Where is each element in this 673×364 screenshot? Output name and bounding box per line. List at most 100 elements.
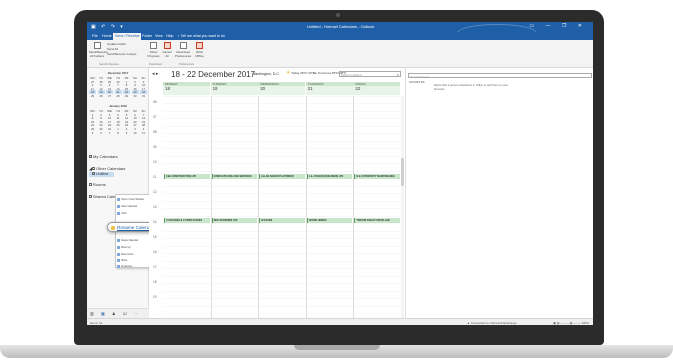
menu-item-icon (117, 265, 120, 268)
context-menu-item[interactable]: Open in New Window (121, 198, 144, 201)
mini-calendar-day[interactable]: 29 (123, 94, 130, 98)
calendar-search-input[interactable]: Search Untitled ⌕ (339, 71, 401, 77)
send-all-button[interactable]: Send All (107, 47, 137, 51)
mini-calendar-day[interactable]: 31 (140, 94, 147, 98)
hour-label: 14 (153, 220, 157, 224)
hour-label: 10 (153, 160, 157, 164)
mini-calendar-day[interactable]: 8 (115, 131, 122, 135)
calendar-event[interactable]: NEIL BURROWS LTD (211, 218, 258, 223)
mini-calendar-day[interactable]: 25 (89, 94, 96, 98)
mini-calendar-day[interactable]: 27 (106, 94, 113, 98)
mini-calendar-day[interactable]: 11 (140, 131, 147, 135)
calendar-event[interactable]: J & J BAKER (BUILDERS) LTD (306, 174, 353, 179)
download-preferences-button[interactable]: Download Preferences (175, 42, 191, 58)
calendar-event[interactable]: LYN DAVIES & C PRICE DAVIES (164, 218, 210, 223)
day-number[interactable]: 21 (305, 86, 353, 95)
calendar-event[interactable]: TREVOR BAILEY INSTALLER (354, 218, 400, 223)
calendar-event[interactable]: D & S PROPERTY MAINTENANCE (354, 174, 400, 179)
download-icon (179, 42, 187, 49)
hour-label: 16 (153, 250, 157, 254)
menu-item-icon (117, 259, 120, 262)
send-receive-groups-button[interactable]: Send/Receive Groups (107, 52, 141, 56)
mini-calendar-day[interactable]: 26 (98, 94, 105, 98)
mini-calendar-day[interactable]: 6 (98, 131, 105, 135)
progress-icon (150, 42, 157, 49)
folder-rooms[interactable]: Rooms (89, 182, 106, 187)
send-receive-all-button[interactable]: Send/Receive All Folders (89, 42, 108, 58)
mini-calendar-title: December 2017 (107, 71, 129, 75)
mini-calendar-day[interactable]: 5 (89, 131, 96, 135)
checkbox-icon (89, 183, 92, 186)
day-number[interactable]: 22 (353, 86, 401, 95)
calendar-event[interactable]: OFFRD HOMES (306, 218, 353, 223)
cancel-all-button[interactable]: Cancel All (161, 42, 173, 58)
zoom-slider[interactable]: ▣ ▥ — ——▮—— + 100% (553, 321, 589, 325)
menu-item-icon (117, 239, 120, 242)
calendar-event[interactable]: ALLAN BAKER PLASTERER (259, 174, 305, 179)
mail-icon[interactable]: ▥ (90, 311, 94, 316)
rename-icon (111, 225, 115, 230)
context-menu-item[interactable]: Properties... (121, 265, 134, 268)
folder-my-calendars[interactable]: My Calendars (89, 154, 118, 159)
context-menu-item[interactable]: Color (121, 212, 127, 215)
tab-send-receive[interactable]: Send / Receive (113, 33, 142, 40)
ribbon: Send/Receive All Folders Update Folder S… (87, 40, 593, 68)
menu-item-icon (117, 205, 120, 208)
folder-pane: December 2017 MO TU WE TH FR SA SU 27 28 29 30 1 2 3 4… (87, 68, 149, 318)
context-menu-item[interactable]: Share (121, 259, 127, 262)
calendar-untitled[interactable]: Untitled (92, 172, 108, 176)
tab-help[interactable]: Help (164, 33, 175, 40)
calendar-icon[interactable]: ▦ (101, 311, 105, 316)
update-folder-button[interactable]: Update Folder (107, 42, 137, 46)
tab-view[interactable]: View (153, 33, 165, 40)
time-grid[interactable]: C&E CONSTRUCTION LTD COMPLETE DRILLING SE… (163, 96, 401, 318)
mini-calendar-january[interactable]: January 2018 MO TU WE TH FR SA SU 1 2 3 4 5 6 7 8 9 10 11… (89, 104, 147, 135)
scrollbar-thumb[interactable] (401, 158, 404, 186)
day-column-divider (210, 96, 212, 318)
mini-calendar-day[interactable]: 10 (132, 131, 139, 135)
tab-file[interactable]: File (90, 33, 100, 40)
mini-calendar-day[interactable]: 30 (132, 94, 139, 98)
window-controls[interactable]: ▭ — ❐ ✕ (529, 23, 587, 29)
context-menu-item[interactable]: Move Up (121, 246, 131, 249)
mini-calendar-december[interactable]: December 2017 MO TU WE TH FR SA SU 27 28 29 30 1 2 3 4… (89, 71, 147, 98)
calendar-header: ◂ ▸ 18 - 22 December 2017 Washington, D.… (149, 68, 405, 82)
people-pane: Search People FAVORITES Right-click a pe… (405, 68, 593, 318)
calendar-event[interactable]: W EVANS (259, 218, 305, 223)
group-label-download: Download (149, 62, 162, 66)
mini-calendar-title: January 2018 (109, 104, 127, 108)
mini-calendar-day[interactable]: 7 (106, 131, 113, 135)
weather-location[interactable]: Washington, D.C. (252, 72, 280, 76)
show-progress-button[interactable]: Show Progress (147, 42, 160, 58)
folder-other-calendars[interactable]: ◢ Other Calendars (89, 166, 125, 171)
mini-calendar-day[interactable]: 28 (115, 94, 122, 98)
more-icon[interactable]: ··· (134, 311, 138, 316)
people-icon[interactable]: ♟ (112, 311, 116, 316)
context-menu-item[interactable]: Delete Calendar (121, 239, 138, 242)
tasks-icon[interactable]: ☑ (123, 311, 127, 316)
laptop-notch (294, 345, 380, 350)
day-number[interactable]: 19 (210, 86, 258, 95)
hour-label: 18 (153, 280, 157, 284)
day-number[interactable]: 18 (163, 86, 211, 95)
day-number[interactable]: 20 (258, 86, 306, 95)
date-navigation-arrows[interactable]: ◂ ▸ (152, 71, 158, 77)
work-offline-button[interactable]: Work Offline (193, 42, 206, 58)
mini-calendar-day[interactable]: 9 (123, 131, 130, 135)
context-menu-item[interactable]: Move Down (121, 253, 134, 256)
expand-icon (89, 155, 92, 158)
calendar-scrollbar[interactable] (401, 96, 404, 318)
cloud-icon: ☁ (312, 70, 317, 76)
group-label-preferences: Preferences (179, 62, 195, 66)
calendar-view: ◂ ▸ 18 - 22 December 2017 Washington, D.… (149, 68, 405, 318)
calendar-event[interactable]: COMPLETE DRILLING SERVICES (211, 174, 258, 179)
group-label-send-receive: Send & Receive (99, 62, 120, 66)
tell-me-search[interactable]: ♀ Tell me what you want to do (175, 33, 227, 40)
tab-home[interactable]: Home (100, 33, 114, 40)
hour-label: 09 (153, 145, 157, 149)
people-search-input[interactable]: Search People (408, 73, 592, 79)
checkbox-icon (89, 195, 92, 198)
quick-access-toolbar[interactable]: ▣ ↶ ↷ ▾ (91, 24, 125, 30)
context-menu-item[interactable]: Open Calendar (121, 205, 137, 208)
calendar-event[interactable]: C&E CONSTRUCTION LTD (164, 174, 210, 179)
